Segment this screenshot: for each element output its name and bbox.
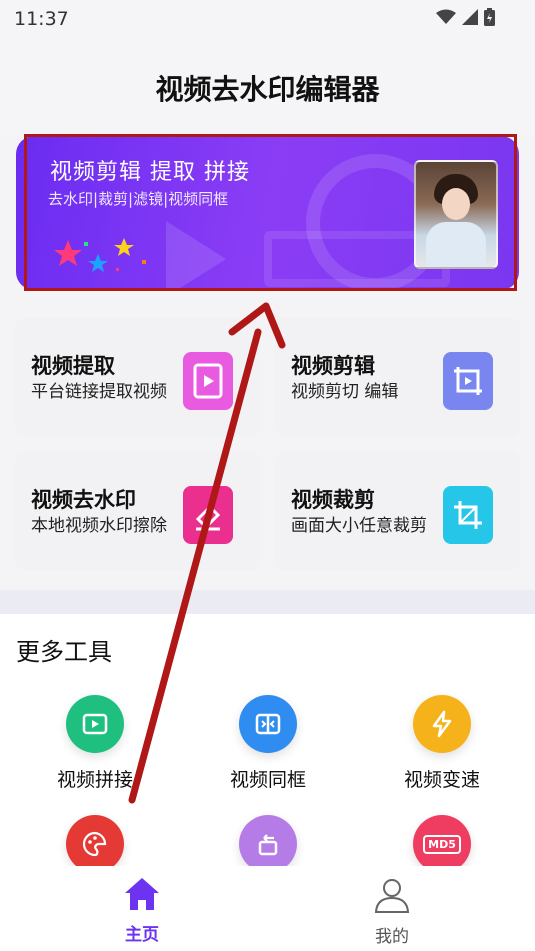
page-title: 视频去水印编辑器 (155, 73, 380, 106)
tool-label: 视频同框 (229, 769, 306, 791)
tool-label: 视频拼接 (56, 769, 133, 791)
status-time: 11:37 (14, 8, 69, 30)
crop-frame-icon (443, 352, 493, 410)
card-desc: 平台链接提取视频 (31, 382, 167, 402)
more-tools-title: 更多工具 (16, 638, 112, 666)
video-join-icon (66, 695, 124, 753)
card-title: 视频剪辑 (291, 354, 375, 378)
eraser-icon (183, 486, 233, 544)
feature-card-edit[interactable]: 视频剪辑 视频剪切 编辑 (275, 318, 520, 436)
card-desc: 画面大小任意裁剪 (291, 516, 427, 536)
tab-label: 我的 (375, 927, 409, 947)
tool-speed[interactable]: 视频变速 (362, 695, 522, 792)
card-title: 视频裁剪 (291, 488, 375, 512)
crop-icon (443, 486, 493, 544)
tab-profile[interactable]: 我的 (332, 876, 452, 947)
tab-home[interactable]: 主页 (82, 876, 202, 945)
split-frame-icon (239, 695, 297, 753)
card-desc: 本地视频水印擦除 (31, 516, 167, 536)
header: 视频去水印编辑器 (0, 36, 535, 136)
feature-card-crop[interactable]: 视频裁剪 画面大小任意裁剪 (275, 452, 520, 570)
md5-icon: MD5 (413, 815, 471, 873)
bottom-tab-bar: 主页 我的 (0, 866, 535, 951)
status-bar: 11:37 (0, 0, 535, 36)
video-file-icon (183, 352, 233, 410)
home-icon (125, 878, 159, 910)
signal-icon (462, 9, 478, 25)
battery-icon (484, 8, 495, 26)
tool-label: 视频变速 (403, 769, 480, 791)
person-icon (374, 879, 410, 913)
tool-video-join[interactable]: 视频拼接 (15, 695, 175, 792)
tab-label: 主页 (125, 925, 159, 945)
section-divider (0, 590, 535, 614)
rotate-icon (239, 815, 297, 873)
md5-icon-label: MD5 (423, 834, 461, 854)
feature-card-extract[interactable]: 视频提取 平台链接提取视频 (15, 318, 260, 436)
status-icons (436, 8, 495, 26)
palette-icon (66, 815, 124, 873)
card-title: 视频提取 (31, 354, 115, 378)
lightning-icon (413, 695, 471, 753)
tool-split-frame[interactable]: 视频同框 (188, 695, 348, 792)
highlight-box-annotation (24, 134, 517, 291)
tool-rotate[interactable] (188, 815, 348, 873)
feature-card-watermark[interactable]: 视频去水印 本地视频水印擦除 (15, 452, 260, 570)
card-desc: 视频剪切 编辑 (291, 382, 399, 402)
card-title: 视频去水印 (31, 488, 136, 512)
wifi-icon (436, 9, 456, 24)
tool-md5[interactable]: MD5 (362, 815, 522, 873)
tool-filter[interactable] (15, 815, 175, 873)
